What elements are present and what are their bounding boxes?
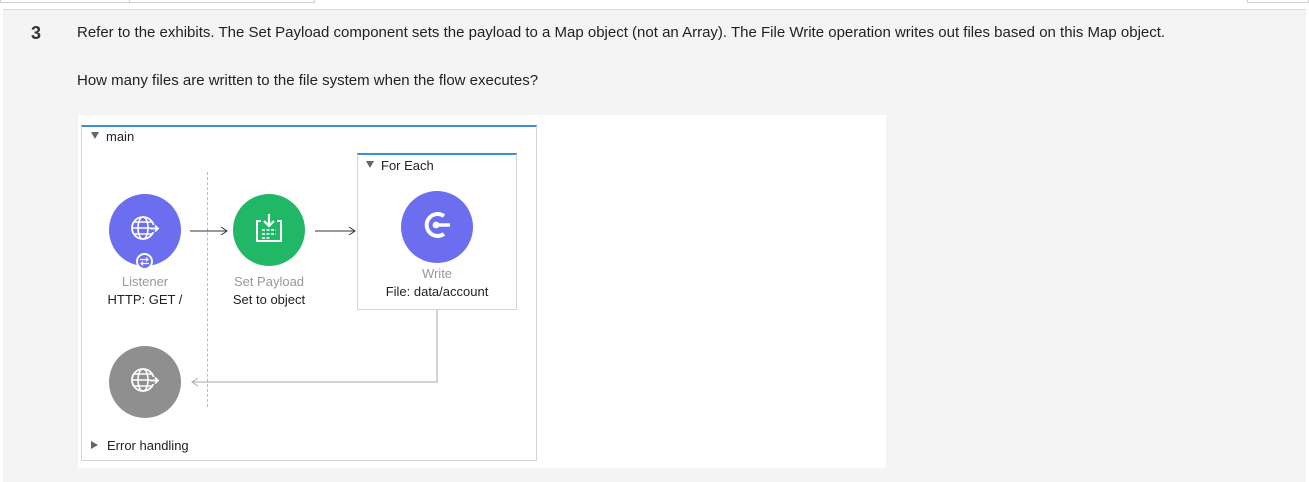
arrow-icon bbox=[190, 226, 228, 236]
return-connector bbox=[191, 310, 438, 387]
error-handling-label[interactable]: Error handling bbox=[107, 438, 189, 453]
expand-triangle-icon[interactable] bbox=[91, 441, 98, 449]
arrow-icon bbox=[315, 226, 356, 236]
page: 3 Refer to the exhibits. The Set Payload… bbox=[0, 0, 1309, 482]
flow-connectors bbox=[190, 226, 438, 387]
